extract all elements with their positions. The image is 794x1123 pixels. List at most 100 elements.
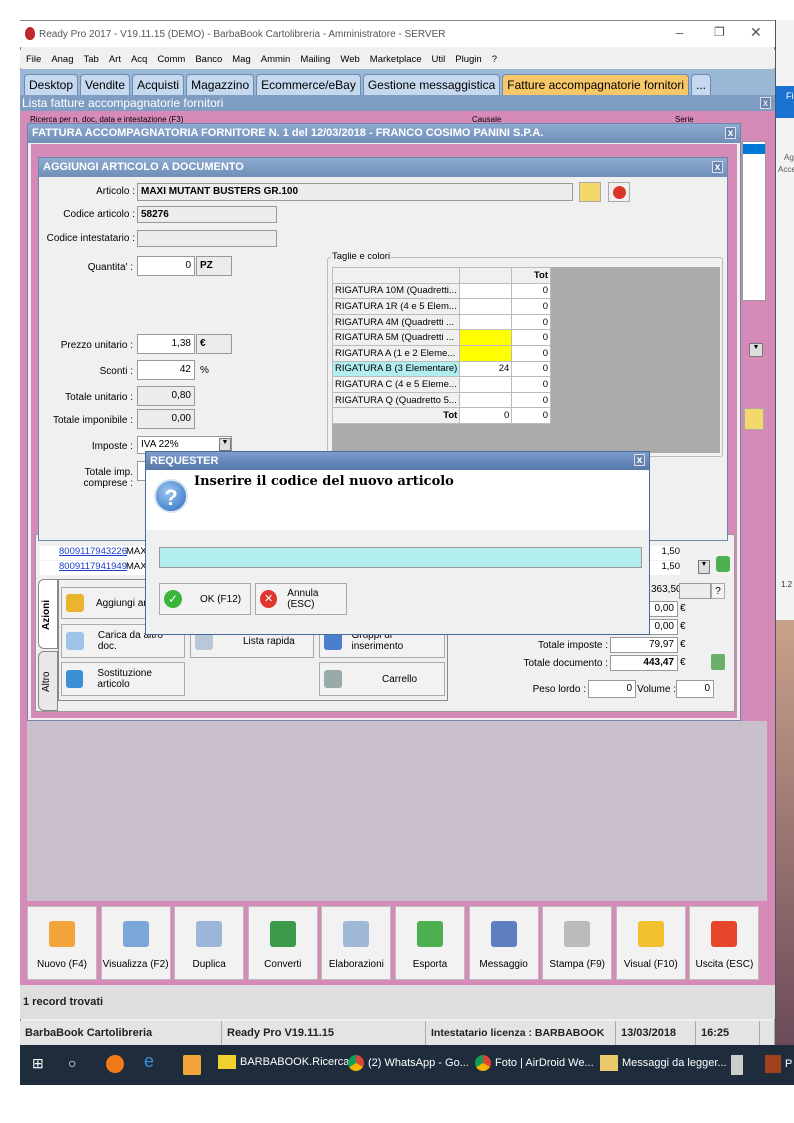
- row-code-link[interactable]: 8009117941949: [59, 561, 127, 572]
- side-tab-azioni[interactable]: Azioni: [38, 579, 58, 649]
- row-qty-cell[interactable]: [459, 313, 513, 331]
- menu-art[interactable]: Art: [109, 54, 121, 65]
- menu-marketplace[interactable]: Marketplace: [370, 54, 422, 65]
- visual-icon: [637, 921, 664, 947]
- calculator-icon[interactable]: [731, 1055, 743, 1075]
- elaborazioni-button[interactable]: Elaborazioni: [321, 906, 392, 980]
- menu-acq[interactable]: Acq: [131, 54, 147, 65]
- quantita-field[interactable]: 0: [137, 256, 195, 276]
- tab-magazzino[interactable]: Magazzino: [186, 74, 255, 95]
- tab-fatture-accompagnatorie[interactable]: Fatture accompagnatorie fornitori: [502, 74, 690, 95]
- taskbar-app-airdroid[interactable]: Foto | AirDroid We...: [475, 1055, 594, 1071]
- menu-ammin[interactable]: Ammin: [261, 54, 291, 65]
- row-qty-cell[interactable]: [459, 282, 513, 300]
- menu-mailing[interactable]: Mailing: [300, 54, 330, 65]
- close-button[interactable]: ✕: [750, 24, 762, 41]
- tab-ecommerce[interactable]: Ecommerce/eBay: [256, 74, 361, 95]
- button-label: Converti: [264, 959, 302, 970]
- taskbar-app-p[interactable]: P: [765, 1055, 792, 1073]
- uscita-button[interactable]: Uscita (ESC): [689, 906, 760, 980]
- visualizza-button[interactable]: Visualizza (F2): [100, 906, 171, 980]
- taskbar-app-whatsapp[interactable]: (2) WhatsApp - Go...: [348, 1055, 469, 1071]
- maximize-button[interactable]: ❐: [714, 25, 725, 39]
- tab-messaggistica[interactable]: Gestione messaggistica: [362, 74, 501, 95]
- zoom-icon[interactable]: [711, 654, 725, 670]
- menu-plugin[interactable]: Plugin: [455, 54, 481, 65]
- tab-vendite[interactable]: Vendite: [80, 74, 131, 95]
- close-list-button[interactable]: x: [760, 97, 771, 109]
- rows-scroll-down[interactable]: ▼: [698, 560, 710, 574]
- volume-field[interactable]: 0: [676, 680, 714, 698]
- visual-button[interactable]: Visual (F10): [615, 906, 686, 980]
- status-empty: [760, 1021, 775, 1045]
- clear-article-icon[interactable]: [608, 182, 630, 202]
- row-tot: 0: [511, 344, 551, 362]
- menu-help[interactable]: ?: [492, 54, 497, 65]
- list-panel-header: Lista fatture accompagnatorie fornitori x: [20, 95, 775, 111]
- row-qty-cell[interactable]: [459, 391, 513, 409]
- requester-dialog: REQUESTER x ? Inserire il codice del nuov…: [145, 451, 650, 635]
- tab-desktop[interactable]: Desktop: [24, 74, 79, 95]
- imposte-dropdown-icon[interactable]: ▼: [219, 438, 231, 451]
- esporta-button[interactable]: Esporta: [395, 906, 465, 980]
- filter-dropdown-button[interactable]: ▼: [749, 343, 763, 357]
- prezzo-unitario-field[interactable]: 1,38: [137, 334, 195, 354]
- total-field-2: 0,00: [648, 601, 678, 617]
- ok-label: OK (F12): [200, 593, 242, 605]
- row-code-link[interactable]: 8009117943226: [59, 546, 127, 557]
- start-icon[interactable]: ⊞: [32, 1055, 44, 1072]
- row-qty-cell[interactable]: [459, 376, 513, 393]
- menu-util[interactable]: Util: [432, 54, 446, 65]
- serie-list[interactable]: [742, 141, 766, 301]
- row-tot: 0: [511, 298, 551, 315]
- taskbar-app-barbabook[interactable]: BARBABOOK.Ricerca: [218, 1055, 349, 1069]
- ok-button[interactable]: ✓ OK (F12): [159, 583, 251, 615]
- stampa-button[interactable]: Stampa (F9): [542, 906, 613, 980]
- sostituzione-articolo-button[interactable]: Sostituzione articolo: [61, 662, 185, 696]
- button-label: Stampa (F9): [549, 959, 605, 970]
- cart-icon: [324, 670, 342, 688]
- firefox-icon[interactable]: [106, 1055, 124, 1073]
- row-qty-cell[interactable]: 24: [459, 360, 513, 378]
- tab-more[interactable]: ...: [691, 74, 712, 95]
- browse-folder-icon[interactable]: [579, 182, 601, 202]
- folder-icon[interactable]: [744, 408, 764, 430]
- row-qty-cell[interactable]: [459, 329, 513, 346]
- carrello-button[interactable]: Carrello: [319, 662, 445, 696]
- button-label: Visual (F10): [623, 959, 678, 970]
- duplica-button[interactable]: Duplica: [174, 906, 245, 980]
- taskbar-app-messaggi[interactable]: Messaggi da legger...: [600, 1055, 727, 1071]
- menu-mag[interactable]: Mag: [232, 54, 250, 65]
- nuovo-button[interactable]: Nuovo (F4): [27, 906, 97, 980]
- menu-file[interactable]: File: [26, 54, 41, 65]
- close-add-article-button[interactable]: x: [712, 161, 723, 173]
- messaggio-button[interactable]: Messaggio: [468, 906, 539, 980]
- add-article-title-bar: AGGIUNGI ARTICOLO A DOCUMENTO x: [39, 158, 727, 177]
- refresh-icon[interactable]: [716, 556, 730, 572]
- edge-icon[interactable]: e: [144, 1051, 154, 1072]
- table-row: RIGATURA C (4 e 5 Eleme... 0: [331, 376, 551, 393]
- code-input[interactable]: [159, 547, 642, 568]
- minimize-button[interactable]: –: [676, 25, 683, 40]
- valuta-field: €: [196, 334, 232, 354]
- peso-lordo-field[interactable]: 0: [588, 680, 636, 698]
- close-document-button[interactable]: x: [725, 127, 736, 139]
- cortana-icon[interactable]: ○: [68, 1055, 76, 1071]
- sconti-field[interactable]: 42: [137, 360, 195, 380]
- menu-web[interactable]: Web: [340, 54, 359, 65]
- converti-button[interactable]: Converti: [247, 906, 318, 980]
- menu-banco[interactable]: Banco: [195, 54, 222, 65]
- row-qty-cell[interactable]: [459, 298, 513, 315]
- row-qty-cell[interactable]: [459, 344, 513, 362]
- menu-comm[interactable]: Comm: [157, 54, 185, 65]
- nuovo-icon: [49, 921, 75, 947]
- side-tab-altro[interactable]: Altro: [38, 651, 58, 711]
- codice-intestatario-label: Codice intestatario :: [46, 233, 135, 244]
- tab-acquisti[interactable]: Acquisti: [132, 74, 185, 95]
- menu-anag[interactable]: Anag: [51, 54, 73, 65]
- keys-icon[interactable]: [183, 1055, 201, 1075]
- help-button[interactable]: ?: [711, 583, 725, 599]
- close-requester-button[interactable]: x: [634, 454, 645, 466]
- menu-tab[interactable]: Tab: [84, 54, 99, 65]
- cancel-button[interactable]: ✕ Annula (ESC): [255, 583, 347, 615]
